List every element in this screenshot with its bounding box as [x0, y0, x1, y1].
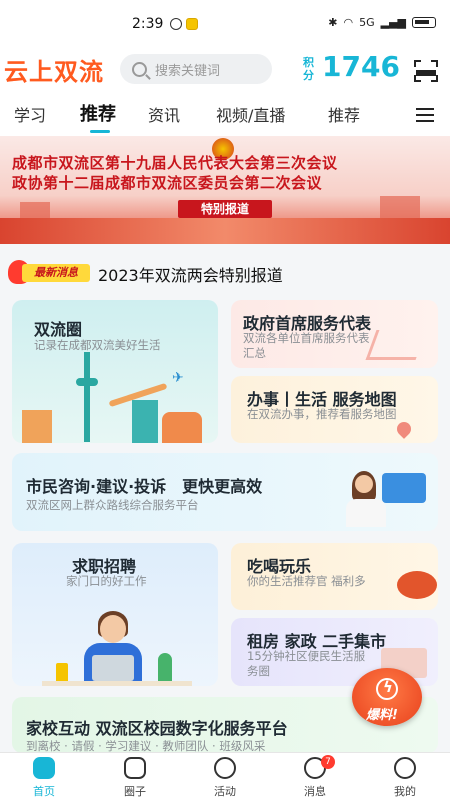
banner-tag: 特别报道	[178, 200, 272, 218]
battery-icon	[412, 17, 436, 28]
card-food-fun[interactable]: 吃喝玩乐 你的生活推荐官 福利多	[231, 543, 438, 610]
bluetooth-icon: ✱	[328, 16, 338, 29]
nav-profile[interactable]: 我的	[375, 757, 435, 799]
search-placeholder: 搜索关键词	[155, 63, 221, 79]
report-label: 爆料!	[366, 708, 398, 723]
unread-badge: 7	[321, 755, 335, 769]
card-subtitle: 15分钟社区便民生活服务圈	[247, 649, 366, 678]
card-subtitle: 到离校 · 请假 · 学习建议 · 教师团队 · 班级风采	[26, 739, 266, 753]
notification-icon	[170, 18, 182, 30]
menu-icon[interactable]	[416, 108, 434, 122]
active-tab-indicator	[90, 130, 110, 133]
tab-study[interactable]: 学习	[14, 102, 46, 126]
nav-messages[interactable]: 7 消息	[285, 755, 345, 799]
bottom-nav: 首页 圈子 活动 7 消息 我的	[0, 752, 450, 800]
home-icon	[33, 757, 55, 779]
card-title: 市民咨询·建议·投诉 更快更高效	[26, 477, 263, 496]
search-bar[interactable]: 搜索关键词	[120, 54, 272, 84]
card-government-rep[interactable]: 政府首席服务代表 双流各单位首席服务代表汇总	[231, 300, 438, 368]
points-label: 积分	[303, 56, 314, 82]
hotpot-icon	[397, 571, 437, 599]
tab-video-live[interactable]: 视频/直播	[216, 102, 285, 126]
news-strip[interactable]: 最新消息 2023年双流两会特别报道	[0, 250, 450, 294]
tab-recommend[interactable]: 推荐	[80, 100, 116, 126]
news-headline[interactable]: 2023年双流两会特别报道	[98, 262, 283, 286]
wifi-icon: ◠	[343, 16, 354, 29]
nav-circle[interactable]: 圈子	[105, 757, 165, 799]
airplane-icon: ✈	[172, 370, 184, 386]
lightning-icon	[376, 678, 398, 700]
status-notification-icons	[170, 18, 198, 30]
banner-ribbon	[0, 218, 450, 244]
card-citizen-consult[interactable]: 市民咨询·建议·投诉 更快更高效 双流区网上群众路线综合服务平台	[12, 453, 438, 531]
app-notification-icon	[186, 18, 198, 30]
status-bar: 2:39 ✱ ◠ 5G ▂▄▆	[0, 0, 450, 44]
tab-recommend-2[interactable]: 推荐	[328, 102, 360, 126]
nav-activity[interactable]: 活动	[195, 757, 255, 799]
card-subtitle: 双流各单位首席服务代表汇总	[243, 331, 370, 360]
search-icon	[132, 61, 147, 77]
card-subtitle: 家门口的好工作	[66, 574, 147, 588]
card-title: 家校互动 双流区校园数字化服务平台	[26, 719, 288, 738]
scan-icon[interactable]	[414, 60, 438, 82]
tabs-fade	[385, 94, 413, 136]
channel-tabs: 学习 推荐 资讯 视频/直播 推荐	[0, 94, 450, 136]
tab-news[interactable]: 资讯	[148, 102, 180, 126]
card-subtitle: 记录在成都双流美好生活	[34, 338, 161, 352]
card-service-map[interactable]: 办事丨生活 服务地图 在双流办事，推荐看服务地图	[231, 376, 438, 443]
banner-line-2: 政协第十二届成都市双流区委员会第二次会议	[12, 174, 323, 192]
latest-news-badge: 最新消息	[8, 260, 90, 284]
signal-icon: ▂▄▆	[380, 16, 406, 29]
stairs-illustration	[365, 330, 427, 360]
status-time: 2:39	[132, 16, 164, 32]
card-shuangliu-circle[interactable]: 双流圈 记录在成都双流美好生活 ✈	[12, 300, 218, 443]
map-pin-icon	[394, 419, 414, 439]
status-right: ✱ ◠ 5G ▂▄▆	[328, 16, 436, 29]
card-subtitle: 在双流办事，推荐看服务地图	[247, 407, 397, 421]
profile-icon	[394, 757, 416, 779]
circle-icon	[124, 757, 146, 779]
card-subtitle: 你的生活推荐官 福利多	[247, 574, 366, 588]
app-logo: 云上双流	[4, 58, 104, 86]
star-icon	[214, 757, 236, 779]
report-float-button[interactable]: 爆料!	[352, 668, 422, 730]
card-title: 双流圈	[34, 320, 83, 339]
banner[interactable]: 成都市双流区第十九届人民代表大会第三次会议 政协第十二届成都市双流区委员会第二次…	[0, 136, 450, 244]
points-value[interactable]: 1746	[322, 50, 400, 83]
nav-home[interactable]: 首页	[14, 757, 74, 799]
signal-text: 5G	[359, 16, 375, 29]
card-subtitle: 双流区网上群众路线综合服务平台	[26, 498, 199, 512]
card-job-recruitment[interactable]: 求职招聘 家门口的好工作	[12, 543, 218, 686]
header: 云上双流 搜索关键词 积分 1746	[0, 44, 450, 94]
banner-line-1: 成都市双流区第十九届人民代表大会第三次会议	[12, 154, 338, 172]
